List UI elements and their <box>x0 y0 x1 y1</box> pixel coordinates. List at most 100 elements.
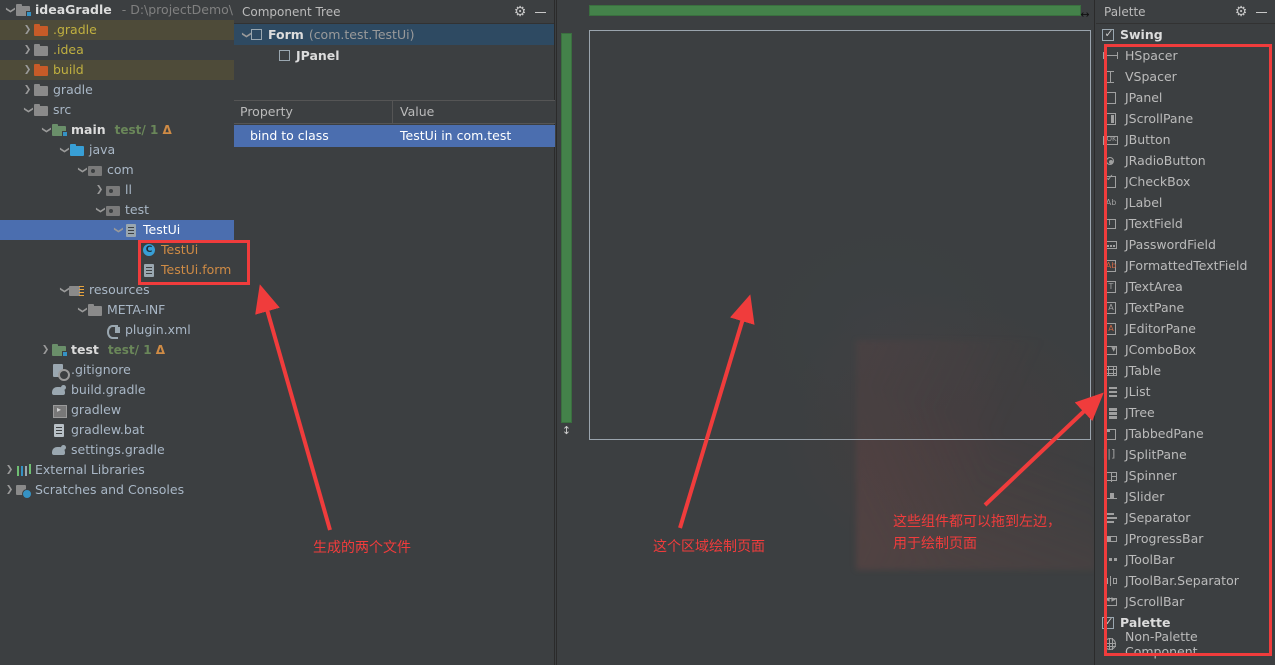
palette-item-jseparator[interactable]: JSeparator <box>1096 507 1275 528</box>
annotation-canvas-area: 这个区域绘制页面 <box>653 539 765 555</box>
chevron-down-icon[interactable] <box>40 120 51 140</box>
tree-node-meta-inf[interactable]: META-INF <box>0 300 234 320</box>
palette-item-jtable[interactable]: JTable <box>1096 360 1275 381</box>
palette-item-jtextarea[interactable]: T JTextArea <box>1096 276 1275 297</box>
palette-item-jprogressbar[interactable]: JProgressBar <box>1096 528 1275 549</box>
palette-item-jtoolbar[interactable]: JToolBar <box>1096 549 1275 570</box>
minimize-icon[interactable] <box>1253 4 1269 20</box>
project-tree-panel[interactable]: ideaGradle - D:\projectDemo\id .gradle .ide… <box>0 0 234 665</box>
chevron-right-icon[interactable] <box>22 20 33 40</box>
checkbox-checked-icon[interactable] <box>1102 615 1115 629</box>
chevron-down-icon[interactable] <box>94 200 105 220</box>
tree-node-build[interactable]: build <box>0 60 234 80</box>
java-class-icon <box>141 242 157 258</box>
palette-item-jformattedtextfield[interactable]: Ab JFormattedTextField <box>1096 255 1275 276</box>
component-tree-row-jpanel[interactable]: JPanel <box>234 45 554 66</box>
vertical-resize-icon[interactable]: ↕ <box>560 424 573 438</box>
horizontal-ruler[interactable]: ↔ <box>589 5 1090 20</box>
tree-node-ll[interactable]: ll <box>0 180 234 200</box>
palette-group-swing[interactable]: Swing <box>1096 24 1275 45</box>
palette-item-jcheckbox[interactable]: JCheckBox <box>1096 171 1275 192</box>
palette-item-vspacer[interactable]: VSpacer <box>1096 66 1275 87</box>
palette-item-jtabbedpane[interactable]: JTabbedPane <box>1096 423 1275 444</box>
tree-node-build-gradle[interactable]: build.gradle <box>0 380 234 400</box>
palette-item-jsplitpane[interactable]: JSplitPane <box>1096 444 1275 465</box>
chevron-right-icon[interactable] <box>22 60 33 80</box>
chevron-down-icon[interactable] <box>76 160 87 180</box>
chevron-down-icon[interactable] <box>76 300 87 320</box>
tree-node-gradle[interactable]: gradle <box>0 80 234 100</box>
tree-node-testui[interactable]: TestUi <box>0 220 234 240</box>
chevron-down-icon[interactable] <box>58 140 69 160</box>
palette-item-jpanel[interactable]: JPanel <box>1096 87 1275 108</box>
palette-item-jspinner[interactable]: JSpinner <box>1096 465 1275 486</box>
palette-item-label: JTree <box>1125 405 1155 420</box>
minimize-icon[interactable] <box>532 4 548 20</box>
horizontal-resize-icon[interactable]: ↔ <box>1078 9 1092 20</box>
gear-icon[interactable] <box>1233 4 1249 20</box>
palette-item-jcombobox[interactable]: JComboBox <box>1096 339 1275 360</box>
tree-node-resources[interactable]: resources <box>0 280 234 300</box>
palette-item-jbutton[interactable]: JButton <box>1096 129 1275 150</box>
chevron-down-icon[interactable] <box>240 25 251 45</box>
chevron-right-icon[interactable] <box>22 40 33 60</box>
tree-node-src[interactable]: src <box>0 100 234 120</box>
palette-item-jlabel[interactable]: Ab JLabel <box>1096 192 1275 213</box>
palette-item-non-palette-component-[interactable]: Non-Palette Component... <box>1096 629 1275 659</box>
palette-item-jpasswordfield[interactable]: JPasswordField <box>1096 234 1275 255</box>
palette-item-jtextpane[interactable]: A JTextPane <box>1096 297 1275 318</box>
palette-item-label: JButton <box>1125 132 1171 147</box>
tree-node-java[interactable]: java <box>0 140 234 160</box>
property-row-bind-to-class[interactable]: bind to class TestUi in com.test <box>234 125 555 147</box>
tree-node-testui-form[interactable]: TestUi.form <box>0 260 234 280</box>
tree-node--gradle[interactable]: .gradle <box>0 20 234 40</box>
form-designer-canvas[interactable]: ↔ ↕ <box>556 0 1095 665</box>
palette-item-jradiobutton[interactable]: JRadioButton <box>1096 150 1275 171</box>
chevron-down-icon[interactable] <box>112 220 123 240</box>
vertical-ruler[interactable] <box>561 33 572 423</box>
palette-body[interactable]: Swing HSpacer VSpacer JPanel JScrollPane JBut… <box>1096 24 1275 659</box>
chevron-right-icon[interactable] <box>94 180 105 200</box>
palette-item-jtree[interactable]: JTree <box>1096 402 1275 423</box>
checkbox-checked-icon[interactable] <box>1102 27 1115 41</box>
chevron-down-icon[interactable] <box>4 0 15 20</box>
palette-item-jscrollpane[interactable]: JScrollPane <box>1096 108 1275 129</box>
tree-node-testui[interactable]: TestUi <box>0 240 234 260</box>
palette-item-jlist[interactable]: JList <box>1096 381 1275 402</box>
jpanel-icon <box>1102 90 1120 106</box>
module-badge-icon <box>62 131 68 137</box>
chevron-down-icon[interactable] <box>58 280 69 300</box>
tree-node-com[interactable]: com <box>0 160 234 180</box>
palette-item-jeditorpane[interactable]: A JEditorPane <box>1096 318 1275 339</box>
tree-node-settings-gradle[interactable]: settings.gradle <box>0 440 234 460</box>
chevron-right-icon[interactable] <box>22 80 33 100</box>
tree-node--idea[interactable]: .idea <box>0 40 234 60</box>
tree-node-test[interactable]: test test/ 1 Δ <box>0 340 234 360</box>
palette-item-jslider[interactable]: JSlider <box>1096 486 1275 507</box>
tree-node-gradlew-bat[interactable]: gradlew.bat <box>0 420 234 440</box>
gear-icon[interactable] <box>512 4 528 20</box>
tree-node-gradlew[interactable]: gradlew <box>0 400 234 420</box>
form-root-panel[interactable] <box>589 30 1091 440</box>
tree-node--gitignore[interactable]: .gitignore <box>0 360 234 381</box>
component-tree-row-form[interactable]: Form (com.test.TestUi) <box>234 24 554 45</box>
tree-node-test[interactable]: test <box>0 200 234 220</box>
property-name: bind to class <box>250 128 329 143</box>
tree-node-plugin-xml[interactable]: plugin.xml <box>0 320 234 340</box>
tree-node-external-libraries[interactable]: External Libraries <box>0 460 234 480</box>
chevron-right-icon[interactable] <box>4 480 15 500</box>
palette-item-hspacer[interactable]: HSpacer <box>1096 45 1275 66</box>
palette-item-jtextfield[interactable]: JTextField <box>1096 213 1275 234</box>
component-tree-list[interactable]: Form (com.test.TestUi) JPanel <box>234 24 554 66</box>
chevron-right-icon[interactable] <box>40 340 51 360</box>
tree-node-label: main <box>71 122 106 137</box>
property-value[interactable]: TestUi in com.test <box>393 125 555 147</box>
chevron-down-icon[interactable] <box>22 100 33 120</box>
palette-item-jscrollbar[interactable]: JScrollBar <box>1096 591 1275 612</box>
tree-node-ideagradle[interactable]: ideaGradle - D:\projectDemo\id <box>0 0 234 20</box>
palette-item-jtoolbar-separator[interactable]: JToolBar.Separator <box>1096 570 1275 591</box>
tree-node-scratches-and-consoles[interactable]: Scratches and Consoles <box>0 480 234 500</box>
chevron-right-icon[interactable] <box>4 460 15 480</box>
tree-node-main[interactable]: main test/ 1 Δ <box>0 120 234 140</box>
bat-file-icon <box>51 422 67 438</box>
